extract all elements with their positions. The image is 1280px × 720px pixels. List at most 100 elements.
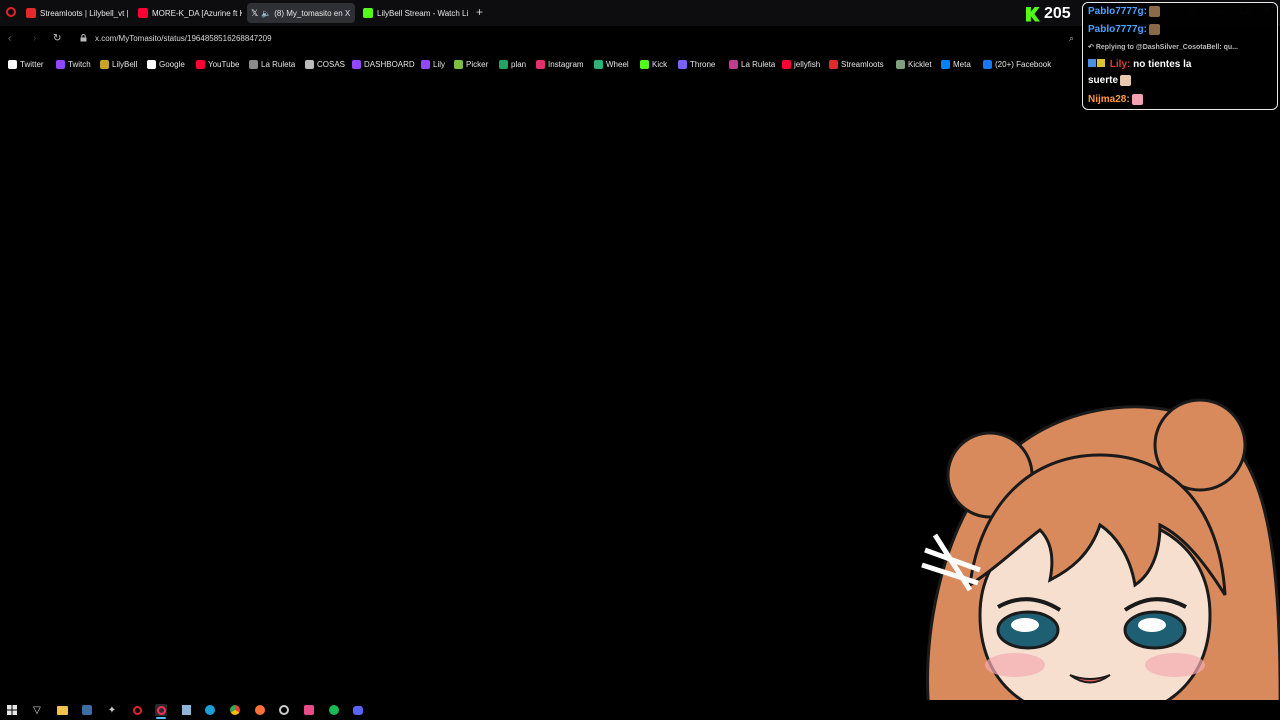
chat-username: Lily: [1109, 59, 1131, 70]
bookmark-label: Kicklet [908, 60, 932, 69]
bookmark-label: DASHBOARD [364, 60, 415, 69]
windows-taskbar [0, 700, 1280, 720]
tab-x-active[interactable]: 𝕏 🔈 (8) My_tomasito en X [247, 3, 355, 23]
tab-label: LilyBell Stream - Watch Li [377, 8, 469, 18]
x-icon [8, 60, 17, 69]
bookmark-picker[interactable]: Picker [454, 60, 488, 69]
app-icon[interactable] [81, 704, 93, 716]
spotify-icon[interactable] [328, 704, 340, 716]
taskbar-active-indicator [156, 717, 166, 719]
bookmark-plan[interactable]: plan [499, 60, 526, 69]
bookmark-lilybell[interactable]: LilyBell [100, 60, 137, 69]
tab-youtube[interactable]: MORE-K_DA [Azurine ft K [134, 3, 242, 23]
bookmark-dashboard[interactable]: DASHBOARD [352, 60, 415, 69]
emote-icon [1120, 75, 1132, 86]
app-icon[interactable]: ✦ [106, 704, 118, 716]
chrome-icon[interactable] [229, 704, 241, 716]
bookmark-twitch[interactable]: Twitch [56, 60, 91, 69]
dot-icon [729, 60, 738, 69]
bookmark-label: plan [511, 60, 527, 69]
kick-viewer-counter: 205 [1026, 5, 1071, 23]
bookmark-twitter[interactable]: Twitter [8, 60, 44, 69]
badge-icon [1097, 59, 1105, 67]
twitch-icon [56, 60, 65, 69]
reply-arrow-icon: ↶ [1088, 44, 1096, 51]
emote-icon [1131, 94, 1143, 105]
bookmark-label: LilyBell [112, 60, 138, 69]
picker-icon [454, 60, 463, 69]
bookmark-streamloots[interactable]: Streamloots [829, 60, 884, 69]
bookmark-jellyfish[interactable]: jellyfish [782, 60, 820, 69]
chat-username: Pablo7777g: [1088, 24, 1147, 36]
bookmark-la-ruleta[interactable]: La Ruleta [249, 60, 295, 69]
reload-icon[interactable]: ↻ [53, 33, 61, 44]
crown-icon [100, 60, 109, 69]
bookmark-20-facebook[interactable]: (20+) Facebook [983, 60, 1051, 69]
globe-icon [249, 60, 258, 69]
opera-icon[interactable] [131, 704, 143, 716]
bookmark-label: Throne [690, 60, 716, 69]
meta-icon [941, 60, 950, 69]
notepad-icon[interactable] [180, 704, 192, 716]
file-explorer-icon[interactable] [56, 704, 68, 716]
emote-icon [1148, 24, 1160, 35]
bookmark-label: Lily [433, 60, 446, 69]
bookmark-label: Twitter [20, 60, 44, 69]
kick-icon [363, 8, 373, 18]
bookmark-label: (20+) Facebook [995, 60, 1052, 69]
bookmark-label: La Ruleta [261, 60, 296, 69]
url-field[interactable]: x.com/MyTomasito/status/1964858516268847… [95, 34, 272, 43]
discord-icon[interactable] [352, 704, 364, 716]
twitch-icon [352, 60, 361, 69]
bookmark-throne[interactable]: Throne [678, 60, 715, 69]
new-tab-button[interactable]: + [476, 6, 483, 18]
bookmark-kicklet[interactable]: Kicklet [896, 60, 932, 69]
bookmark-lily[interactable]: Lily [421, 60, 445, 69]
chat-message: Pablo7777g: [1088, 6, 1160, 17]
bookmark-instagram[interactable]: Instagram [536, 60, 584, 69]
edge-icon[interactable] [204, 704, 216, 716]
tab-kick[interactable]: LilyBell Stream - Watch Li [359, 3, 469, 23]
chat-message: Lily: no tientes la [1088, 59, 1191, 70]
folder-icon [305, 60, 314, 69]
bookmark-meta[interactable]: Meta [941, 60, 971, 69]
obs-icon[interactable] [278, 704, 290, 716]
zoom-icon[interactable]: ⌕ [1069, 33, 1074, 44]
start-icon[interactable] [6, 704, 18, 716]
tab-label: MORE-K_DA [Azurine ft K [152, 8, 242, 18]
facebook-icon [983, 60, 992, 69]
app-icon[interactable] [303, 704, 315, 716]
forward-icon[interactable]: › [33, 33, 36, 44]
speaker-icon[interactable]: 🔈 [261, 9, 271, 18]
opera-gx-icon[interactable] [155, 704, 167, 716]
tab-streamloots[interactable]: Streamloots | Lilybell_vt | [22, 3, 128, 23]
viewer-count: 205 [1044, 5, 1071, 22]
tab-label: Streamloots | Lilybell_vt | [40, 8, 128, 18]
throne-icon [678, 60, 687, 69]
bookmark-cosas[interactable]: COSAS [305, 60, 345, 69]
bookmark-label: Twitch [68, 60, 91, 69]
chat-text: no tientes la [1133, 59, 1192, 70]
chat-message: Pablo7777g: [1088, 24, 1160, 35]
bookmark-label: Kick [652, 60, 668, 69]
bookmark-wheel[interactable]: Wheel [594, 60, 629, 69]
chat-text: suerte [1088, 75, 1119, 87]
emote-icon [1148, 6, 1160, 17]
youtube-icon [196, 60, 205, 69]
bookmark-kick[interactable]: Kick [640, 60, 667, 69]
back-icon[interactable]: ‹ [8, 33, 11, 44]
opera-menu-icon[interactable] [6, 7, 16, 17]
lock-icon [80, 34, 87, 42]
kick-icon [1026, 6, 1040, 22]
bookmark-label: Instagram [548, 60, 584, 69]
bookmark-youtube[interactable]: YouTube [196, 60, 239, 69]
bookmark-la-ruleta[interactable]: La Ruleta [729, 60, 775, 69]
x-icon: 𝕏 [251, 7, 259, 18]
vtuber-avatar [921, 398, 1280, 720]
chat-message: Nijma28: [1088, 94, 1143, 105]
bookmark-google[interactable]: Google [147, 60, 185, 69]
chat-reply: ↶ Replying to @DashSilver_CosotaBell: qu… [1088, 44, 1238, 51]
search-taskbar-icon[interactable]: ▽ [31, 704, 43, 716]
firefox-icon[interactable] [254, 704, 266, 716]
bookmark-label: Streamloots [841, 60, 884, 69]
